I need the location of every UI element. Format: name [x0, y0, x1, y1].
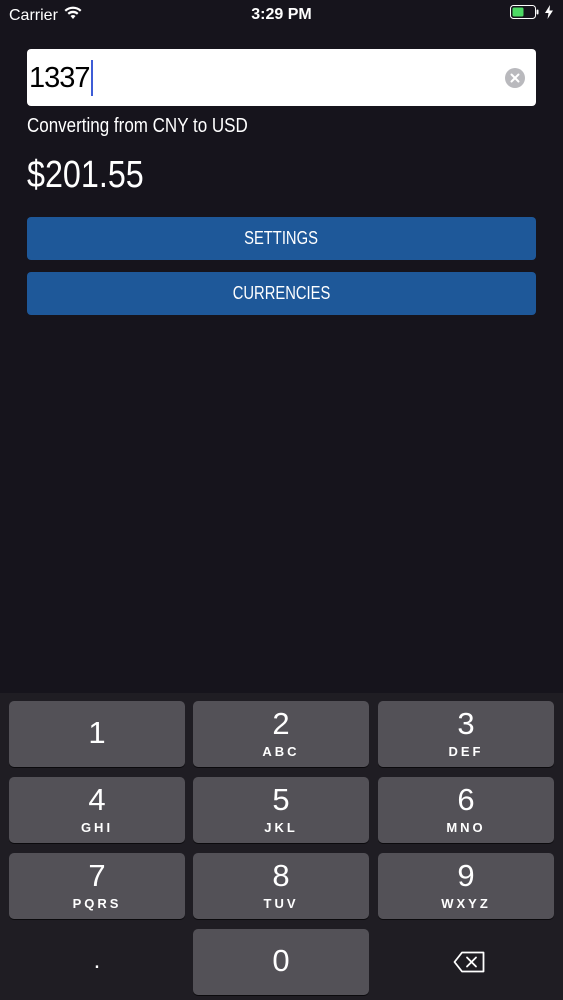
amount-text: 1337 — [29, 61, 91, 94]
key-8[interactable]: 8 TUV — [193, 853, 369, 919]
key-digit: 1 — [88, 715, 106, 750]
key-digit: . — [93, 947, 101, 974]
status-right — [510, 5, 553, 24]
text-caret — [90, 60, 93, 96]
amount-input-value: 1337 — [29, 60, 93, 96]
key-letters: MNO — [446, 820, 486, 835]
conversion-result: $201.55 — [27, 154, 144, 196]
key-letters: DEF — [448, 744, 484, 759]
key-1[interactable]: 1 — [9, 701, 185, 767]
status-bar: Carrier 3:29 PM — [0, 0, 563, 30]
amount-input[interactable]: 1337 — [27, 49, 536, 106]
backspace-icon — [453, 951, 485, 978]
key-7[interactable]: 7 PQRS — [9, 853, 185, 919]
settings-button-label: SETTINGS — [244, 228, 319, 248]
status-time: 3:29 PM — [251, 6, 312, 23]
key-letters: GHI — [80, 820, 114, 835]
key-5[interactable]: 5 JKL — [193, 777, 369, 843]
currencies-button-label: CURRENCIES — [232, 283, 331, 303]
key-digit: 7 — [88, 858, 106, 893]
key-4[interactable]: 4 GHI — [9, 777, 185, 843]
key-3[interactable]: 3 DEF — [378, 701, 554, 767]
numeric-keypad: 1 2 ABC 3 DEF 4 GHI 5 JKL 6 MNO 7 PQRS 8… — [0, 693, 563, 1000]
key-digit: 9 — [457, 858, 475, 893]
settings-button[interactable]: SETTINGS — [27, 217, 536, 260]
key-digit: 8 — [272, 858, 290, 893]
key-2[interactable]: 2 ABC — [193, 701, 369, 767]
battery-icon — [510, 5, 540, 24]
key-digit: 4 — [88, 782, 106, 817]
key-0[interactable]: 0 — [193, 929, 369, 995]
key-delete[interactable] — [378, 929, 554, 995]
conversion-label: Converting from CNY to USD — [27, 115, 248, 137]
app-screen: Carrier 3:29 PM 1337 Converting from CNY… — [0, 0, 563, 1000]
key-letters: TUV — [263, 896, 299, 911]
currencies-button[interactable]: CURRENCIES — [27, 272, 536, 315]
key-digit: 6 — [457, 782, 475, 817]
key-6[interactable]: 6 MNO — [378, 777, 554, 843]
key-digit: 2 — [272, 706, 290, 741]
key-digit: 3 — [457, 706, 475, 741]
key-letters: JKL — [264, 820, 298, 835]
key-letters: PQRS — [72, 896, 122, 911]
clear-text-icon[interactable] — [505, 68, 525, 88]
key-letters: ABC — [262, 744, 300, 759]
key-9[interactable]: 9 WXYZ — [378, 853, 554, 919]
key-digit: 0 — [272, 943, 290, 978]
key-digit: 5 — [272, 782, 290, 817]
key-decimal[interactable]: . — [9, 929, 185, 995]
key-letters: WXYZ — [441, 896, 491, 911]
charging-icon — [545, 5, 553, 24]
